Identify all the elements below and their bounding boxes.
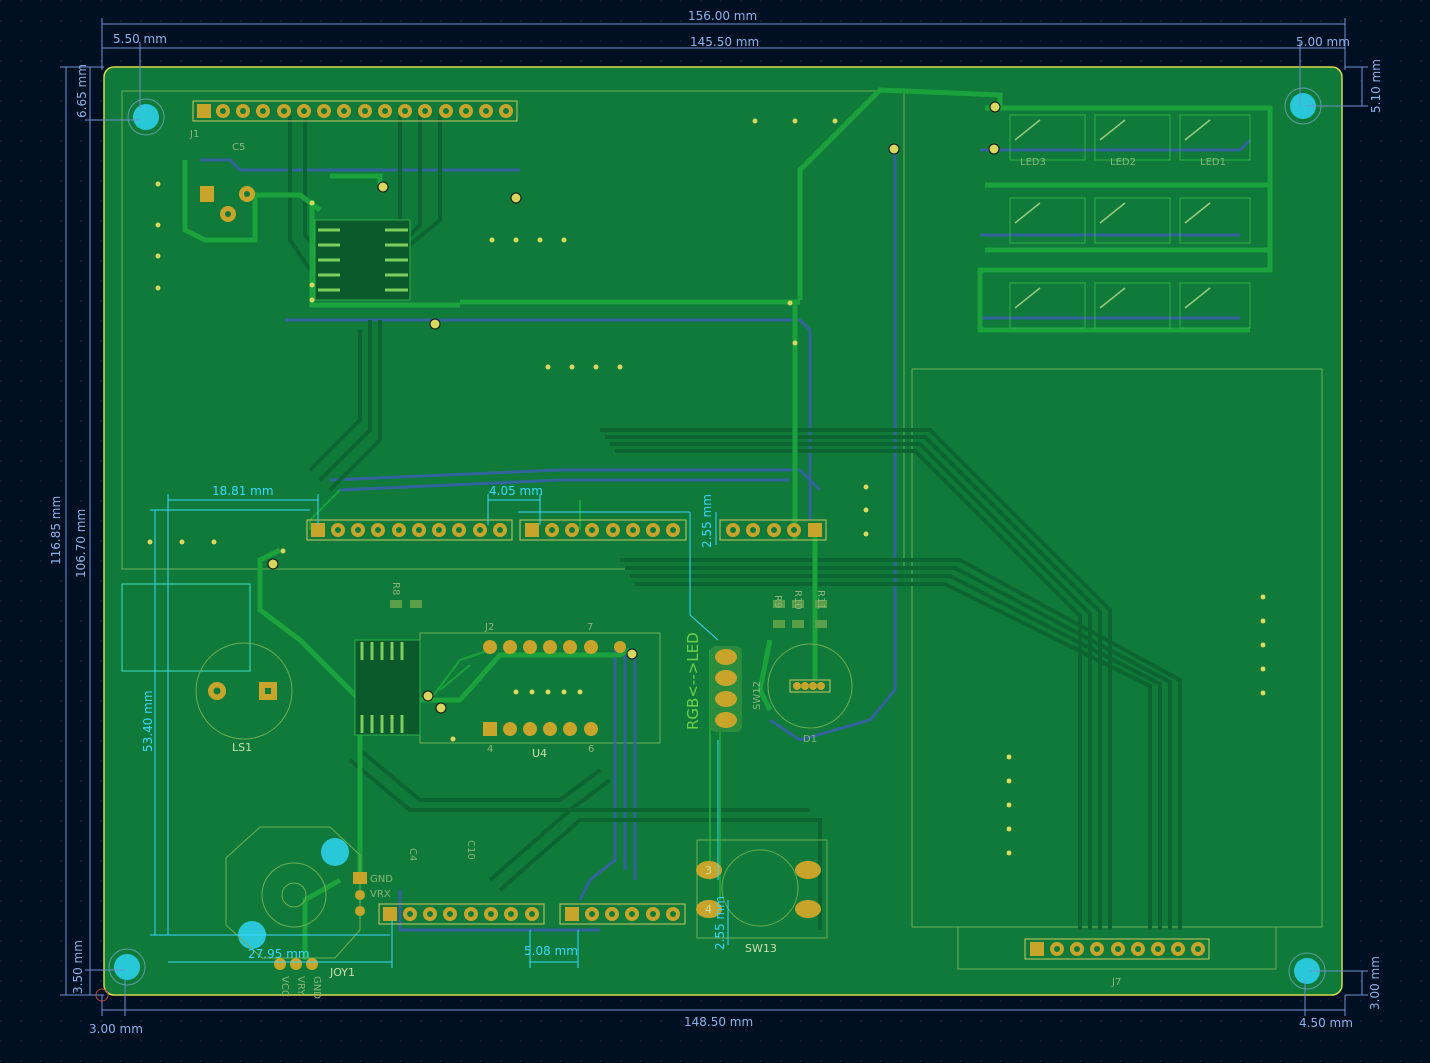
ls1-label: LS1 bbox=[232, 741, 252, 754]
joy-vrx-label: VRX bbox=[370, 889, 391, 900]
sw-pin3-label: 3 bbox=[705, 864, 712, 877]
led-label-1: LED1 bbox=[1200, 157, 1226, 168]
r9-label: R9 bbox=[772, 595, 783, 608]
bottom-margin-right-dim: 3.00 mm bbox=[1368, 956, 1382, 1010]
bottom-right-x-dim: 4.50 mm bbox=[1299, 1016, 1353, 1030]
c5-label: C5 bbox=[232, 142, 245, 153]
j7-label: J7 bbox=[1111, 977, 1121, 988]
r11-label: R11 bbox=[815, 590, 826, 610]
header-pitch-dim: 2.55 mm bbox=[700, 494, 714, 548]
u4-pin7-label: 7 bbox=[587, 622, 593, 633]
outer-width-dim: 156.00 mm bbox=[688, 9, 757, 23]
sw-pitch-dim: 2.55 mm bbox=[713, 896, 727, 950]
joy-vcc-label: VCC bbox=[279, 976, 290, 997]
right-margin-dim: 5.00 mm bbox=[1296, 35, 1350, 49]
u4-label: U4 bbox=[532, 747, 547, 760]
bottom-width-dim: 148.50 mm bbox=[684, 1015, 753, 1029]
outer-height-dim: 116.85 mm bbox=[49, 496, 63, 565]
joy-width-dim: 27.95 mm bbox=[248, 947, 310, 961]
sw-pin4-label: 4 bbox=[705, 903, 712, 916]
joy-vry-label: VRY bbox=[295, 976, 306, 996]
top-margin-right-dim: 5.10 mm bbox=[1369, 59, 1383, 113]
led-label-3: LED3 bbox=[1020, 157, 1046, 168]
ls-height-dim: 53.40 mm bbox=[141, 690, 155, 752]
inner-height-dim: 106.70 mm bbox=[74, 509, 88, 578]
r8-label: R8 bbox=[390, 582, 401, 595]
led-label-2: LED2 bbox=[1110, 157, 1136, 168]
j2-label: J2 bbox=[484, 622, 494, 633]
joy1-label: JOY1 bbox=[329, 966, 355, 979]
header-offset-dim: 18.81 mm bbox=[212, 484, 274, 498]
rgb-led-label: RGB<-->LED bbox=[684, 632, 702, 730]
c4-label: C4 bbox=[407, 848, 418, 861]
pcb-layout-canvas: LED3 LED2 LED1 J1 C5 LS1 J2 7 4 6 U4 RGB… bbox=[0, 0, 1430, 1063]
u2-footprint bbox=[354, 639, 421, 736]
u4-gap-dim: 5.08 mm bbox=[524, 944, 578, 958]
inner-width-dim: 145.50 mm bbox=[690, 35, 759, 49]
u4-pin6-label: 6 bbox=[588, 744, 594, 755]
joy-gnd-label: GND bbox=[370, 874, 393, 885]
u4-pin4-label: 4 bbox=[487, 744, 493, 755]
top-margin-left-dim: 6.65 mm bbox=[75, 64, 89, 118]
sw12-label: SW12 bbox=[752, 681, 763, 710]
left-margin-dim: 5.50 mm bbox=[113, 32, 167, 46]
joy-gnd-bottom-label: GND bbox=[311, 976, 322, 999]
d1-label: D1 bbox=[803, 734, 817, 745]
sw13-label: SW13 bbox=[745, 942, 777, 955]
bottom-margin-left-dim: 3.50 mm bbox=[71, 940, 85, 994]
header-gap-dim: 4.05 mm bbox=[489, 484, 543, 498]
j1-label: J1 bbox=[189, 129, 199, 140]
r10-label: R10 bbox=[792, 590, 803, 610]
bottom-left-x-dim: 3.00 mm bbox=[89, 1022, 143, 1036]
u1-footprint bbox=[314, 219, 411, 301]
rgb-led-pads[interactable] bbox=[710, 646, 742, 732]
c10-label: C10 bbox=[465, 840, 476, 860]
